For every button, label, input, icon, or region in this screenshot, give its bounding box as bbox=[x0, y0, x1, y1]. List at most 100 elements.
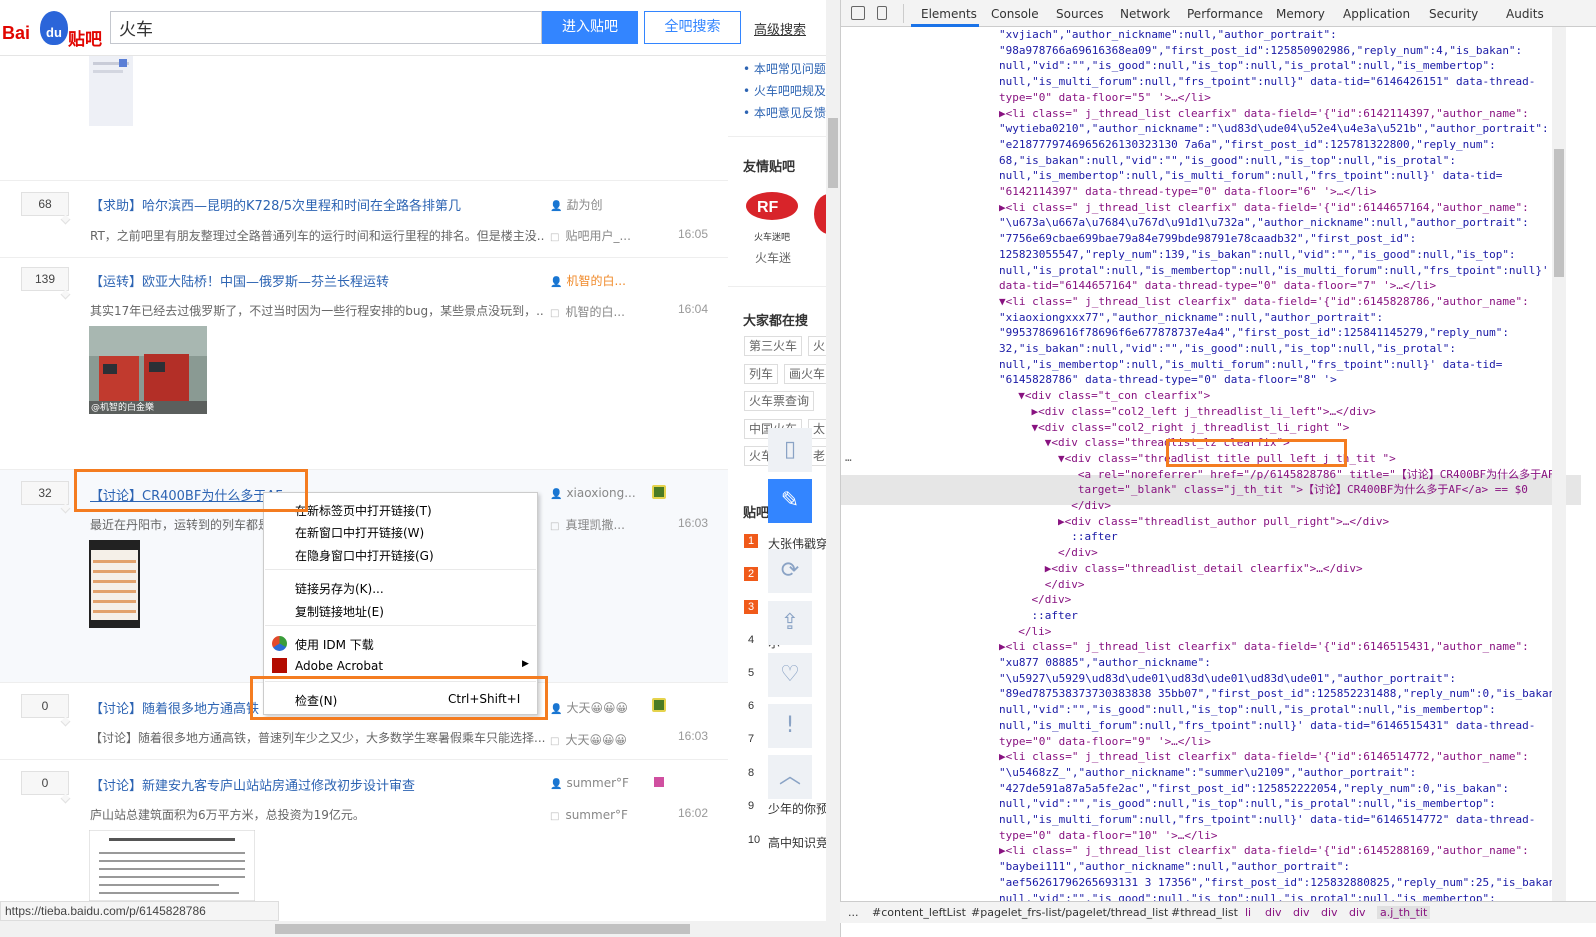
thread-author[interactable]: 机智的白... bbox=[550, 272, 625, 289]
search-tag[interactable]: 列车 bbox=[744, 364, 779, 384]
dom-code-line[interactable]: </div> bbox=[1005, 545, 1098, 560]
back-to-top-icon[interactable]: ︿ bbox=[768, 755, 812, 799]
device-toolbar-icon[interactable] bbox=[877, 6, 887, 20]
dom-code-line[interactable]: "7756e69cbae699bae79a84e799bde98791e78ca… bbox=[999, 231, 1416, 246]
dom-code-line[interactable]: null,"is_multi_forum":null,"frs_tpoint":… bbox=[999, 718, 1535, 733]
thread-author[interactable]: 大天😀😀😀 bbox=[550, 699, 628, 716]
dom-code-line[interactable]: data-tid="6144657164" data-thread-type="… bbox=[999, 278, 1436, 293]
dom-code-line[interactable]: type="0" data-floor="10" '>…</li> bbox=[999, 828, 1218, 843]
dom-code-line[interactable]: "\u5927\u5929\ud83d\ude01\ud83d\ude01\ud… bbox=[999, 671, 1456, 686]
dom-code-line[interactable]: target="_blank" class="j_th_tit ">【讨论】CR… bbox=[1005, 482, 1528, 497]
horizontal-scrollbar-thumb[interactable] bbox=[275, 924, 690, 934]
dom-code-line[interactable]: </div> bbox=[1005, 498, 1111, 513]
breadcrumb-item[interactable]: #thread_list bbox=[1171, 906, 1238, 919]
dom-code-line[interactable]: "98a978766a69616368ea09","first_post_id"… bbox=[999, 43, 1522, 58]
new-post-icon[interactable]: ✎ bbox=[768, 479, 812, 523]
last-reply-user[interactable]: 真理凯撒... bbox=[550, 516, 624, 533]
last-reply-user[interactable]: summer°F bbox=[550, 808, 627, 822]
search-tag[interactable]: 火 bbox=[808, 336, 826, 356]
dom-code-line[interactable]: ▶<div class="threadlist_detail clearfix"… bbox=[1005, 561, 1363, 576]
breadcrumb-item[interactable]: #pagelet_frs-list/pagelet/thread_list bbox=[971, 906, 1168, 919]
dom-code-line[interactable]: null,"vid":"","is_good":null,"is_top":nu… bbox=[999, 891, 1496, 902]
thread-image-trains[interactable]: @机智的白金樂 bbox=[89, 326, 207, 414]
dom-code-line[interactable]: "xiaoxiongxxx77","author_nickname":null,… bbox=[999, 310, 1383, 325]
devtools-scrollbar-thumb[interactable] bbox=[1554, 149, 1564, 277]
breadcrumb-item[interactable]: #content_leftList bbox=[872, 906, 966, 919]
breadcrumb-item[interactable]: div bbox=[1293, 906, 1310, 919]
thread-author[interactable]: summer°F bbox=[550, 776, 628, 790]
menu-save-link-as[interactable]: 链接另存为(K)... bbox=[295, 580, 384, 597]
dom-code-line[interactable]: ▶<li class=" j_thread_list clearfix" dat… bbox=[999, 200, 1529, 215]
dom-code-line[interactable]: ▼<div class="t_con clearfix"> bbox=[1005, 388, 1210, 403]
dom-code-line[interactable]: ▶<li class=" j_thread_list clearfix" dat… bbox=[999, 639, 1529, 654]
dom-code-line[interactable]: 68,"is_bakan":null,"vid":"","is_good":nu… bbox=[999, 153, 1456, 168]
dom-code-line[interactable]: ▶<li class=" j_thread_list clearfix" dat… bbox=[999, 843, 1529, 858]
baidu-tieba-logo[interactable]: Bai du 贴吧 bbox=[2, 11, 102, 50]
dom-code-line[interactable]: <a rel="noreferrer" href="/p/6145828786"… bbox=[1005, 467, 1561, 482]
thread-title-link[interactable]: 【讨论】新建安九客专庐山站站房通过修改初步设计审查 bbox=[90, 775, 415, 794]
search-tag[interactable]: 火车票查询 bbox=[744, 391, 815, 411]
breadcrumb-item-selected[interactable]: a.j_th_tit bbox=[1377, 906, 1431, 919]
breadcrumb-item[interactable]: li bbox=[1245, 906, 1251, 919]
dom-code-line[interactable]: 125823055547,"reply_num":139,"is_bakan":… bbox=[999, 247, 1516, 262]
breadcrumb-item[interactable]: div bbox=[1349, 906, 1366, 919]
dom-code-line[interactable]: "baybei111","author_nickname":null,"auth… bbox=[999, 859, 1350, 874]
tab-application[interactable]: Application bbox=[1343, 7, 1410, 21]
search-tag[interactable]: 画火车 bbox=[784, 364, 826, 384]
dom-code-line[interactable]: type="0" data-floor="9" '>…</li> bbox=[999, 734, 1211, 749]
breadcrumb-item[interactable]: ... bbox=[848, 906, 859, 919]
dom-code-line[interactable]: "89ed787538373730383838 35bb07","first_p… bbox=[999, 686, 1569, 701]
menu-open-new-window[interactable]: 在新窗口中打开链接(W) bbox=[295, 524, 424, 541]
refresh-icon[interactable]: ⟳ bbox=[768, 549, 812, 593]
dom-code-line[interactable]: null,"vid":"","is_good":null,"is_top":nu… bbox=[999, 702, 1496, 717]
menu-copy-link[interactable]: 复制链接地址(E) bbox=[295, 603, 384, 620]
thread-title-link[interactable]: 【讨论】随着很多地方通高铁 bbox=[90, 698, 259, 717]
dom-code-line[interactable]: "6145828786" data-thread-type="0" data-f… bbox=[999, 372, 1337, 387]
dom-code-line[interactable]: "6142114397" data-thread-type="0" data-f… bbox=[999, 184, 1377, 199]
tab-audits[interactable]: Audits bbox=[1506, 7, 1544, 21]
dom-code-line[interactable]: </div> bbox=[1005, 577, 1085, 592]
dom-code-line[interactable]: </li> bbox=[1005, 624, 1051, 639]
dom-code-line[interactable]: null,"is_multi_forum":null,"frs_tpoint":… bbox=[999, 812, 1535, 827]
thread-image-document[interactable] bbox=[89, 830, 255, 901]
dom-code-line[interactable]: "\u673a\u667a\u7684\u767d\u91d1\u732a","… bbox=[999, 215, 1529, 230]
favorite-heart-icon[interactable]: ♡ bbox=[768, 653, 812, 697]
node-ellipsis-icon[interactable]: … bbox=[845, 451, 852, 464]
page-vertical-scrollbar[interactable] bbox=[826, 0, 840, 937]
dom-code-line[interactable]: ▶<li class=" j_thread_list clearfix" dat… bbox=[999, 749, 1529, 764]
dom-code-line[interactable]: null,"vid":"","is_good":null,"is_top":nu… bbox=[999, 58, 1496, 73]
menu-idm-download[interactable]: 使用 IDM 下载 bbox=[295, 636, 374, 653]
dom-code-line[interactable]: ▼<li class=" j_thread_list clearfix" dat… bbox=[999, 294, 1529, 309]
dom-code-line[interactable]: "aef56261796265693131 3 17356","first_po… bbox=[999, 875, 1569, 890]
breadcrumb-item[interactable]: div bbox=[1265, 906, 1282, 919]
tab-memory[interactable]: Memory bbox=[1276, 7, 1325, 21]
tab-network[interactable]: Network bbox=[1120, 7, 1170, 21]
last-reply-user[interactable]: 大天😀😀😀 bbox=[550, 731, 627, 748]
search-tag[interactable]: 第三火车 bbox=[744, 336, 803, 356]
report-icon[interactable]: ! bbox=[768, 704, 812, 748]
dom-code-line[interactable]: "e2187779746965626130323130 7a6a","first… bbox=[999, 137, 1496, 152]
dom-code-line[interactable]: "427de591a87a5a5fe2ac","first_post_id":1… bbox=[999, 781, 1509, 796]
share-icon[interactable]: ⇪ bbox=[768, 601, 812, 645]
search-input[interactable] bbox=[110, 11, 542, 44]
dom-code-line[interactable]: 32,"is_bakan":null,"vid":"","is_good":nu… bbox=[999, 341, 1456, 356]
dom-code-line[interactable]: ▶<div class="threadlist_author pull_righ… bbox=[1005, 514, 1389, 529]
dom-code-line[interactable]: null,"is_protal":null,"is_membertop":nul… bbox=[999, 263, 1549, 278]
tab-sources[interactable]: Sources bbox=[1056, 7, 1103, 21]
dom-code-line[interactable]: ::after bbox=[1005, 529, 1117, 544]
dom-code-line[interactable]: ::after bbox=[1005, 608, 1077, 623]
dom-code-line[interactable]: null,"is_membertop":null,"is_multi_forum… bbox=[999, 357, 1502, 372]
dom-code-line[interactable]: null,"is_multi_forum":null,"frs_tpoint":… bbox=[999, 74, 1535, 89]
thread-title-link[interactable]: 【运转】欧亚大陆桥！中国—俄罗斯—芬兰长程运转 bbox=[90, 271, 389, 290]
thread-image-timetable[interactable] bbox=[89, 540, 140, 628]
search-all-button[interactable]: 全吧搜索 bbox=[644, 11, 741, 44]
dom-code-line[interactable]: "xu877 08885","author_nickname": bbox=[999, 655, 1211, 670]
sidebar-link[interactable]: • 本吧常见问题 bbox=[743, 60, 826, 77]
mobile-qr-icon[interactable]: ▯ bbox=[768, 428, 812, 472]
enter-tieba-button[interactable]: 进入贴吧 bbox=[542, 11, 638, 44]
dom-code-line[interactable]: ▶<li class=" j_thread_list clearfix" dat… bbox=[999, 106, 1529, 121]
tab-elements[interactable]: Elements bbox=[921, 7, 977, 21]
sidebar-link[interactable]: • 火车吧吧规及 bbox=[743, 82, 826, 99]
dom-code-line[interactable]: "wytieba0210","author_nickname":"\ud83d\… bbox=[999, 121, 1549, 136]
menu-open-new-tab[interactable]: 在新标签页中打开链接(T) bbox=[295, 502, 432, 519]
